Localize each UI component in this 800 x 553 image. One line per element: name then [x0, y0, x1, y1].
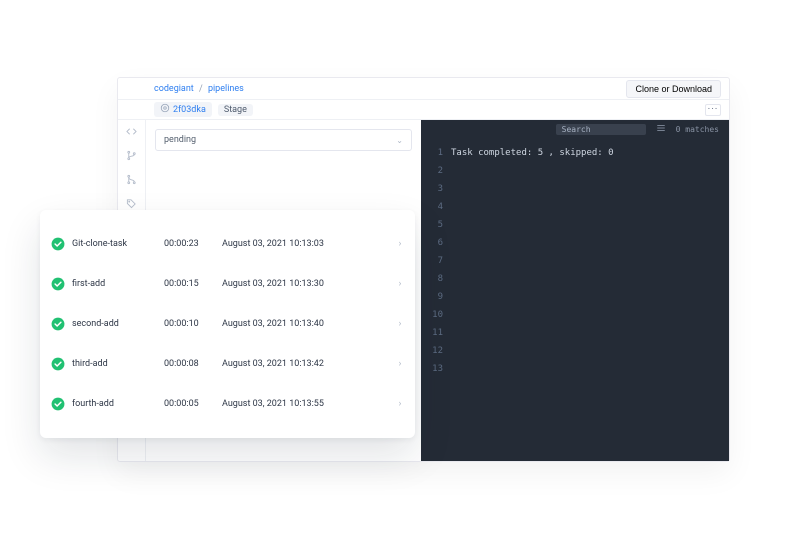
stage-chip[interactable]: Stage [218, 104, 253, 116]
chevron-right-icon[interactable]: › [389, 399, 411, 409]
task-timestamp: August 03, 2021 10:13:03 [222, 239, 389, 249]
gutter-line: 13 [421, 360, 443, 378]
rail-code-icon[interactable] [126, 126, 137, 140]
gutter-line: 4 [421, 198, 443, 216]
chevron-right-icon[interactable]: › [389, 319, 411, 329]
console-line [451, 360, 729, 378]
commit-icon [160, 103, 170, 116]
gutter-line: 7 [421, 252, 443, 270]
task-row[interactable]: third-add00:00:08August 03, 2021 10:13:4… [44, 344, 411, 384]
commit-hash: 2f03dka [173, 105, 206, 115]
gutter-line: 2 [421, 162, 443, 180]
gutter-line: 11 [421, 324, 443, 342]
task-timestamp: August 03, 2021 10:13:42 [222, 359, 389, 369]
gutter-line: 5 [421, 216, 443, 234]
console-pane: Search 0 matches 12345678910111213 Task … [421, 120, 729, 461]
task-row[interactable]: second-add00:00:10August 03, 2021 10:13:… [44, 304, 411, 344]
rail-branch-icon[interactable] [126, 150, 137, 164]
console-line [451, 216, 729, 234]
check-icon [44, 277, 72, 291]
check-icon [44, 317, 72, 331]
console-line [451, 252, 729, 270]
console-gutter: 12345678910111213 [421, 144, 451, 461]
console-line [451, 324, 729, 342]
task-timestamp: August 03, 2021 10:13:30 [222, 279, 389, 289]
console-line [451, 198, 729, 216]
status-value: pending [164, 135, 196, 145]
task-name: third-add [72, 359, 164, 369]
check-icon [44, 357, 72, 371]
gutter-line: 3 [421, 180, 443, 198]
gutter-line: 1 [421, 144, 443, 162]
chevron-right-icon[interactable]: › [389, 239, 411, 249]
console-line [451, 162, 729, 180]
console-line [451, 180, 729, 198]
gutter-line: 8 [421, 270, 443, 288]
chevron-right-icon[interactable]: › [389, 279, 411, 289]
task-duration: 00:00:23 [164, 239, 222, 249]
breadcrumb-leaf[interactable]: pipelines [208, 84, 244, 94]
gutter-line: 12 [421, 342, 443, 360]
console-lines-icon[interactable] [656, 123, 666, 135]
task-duration: 00:00:10 [164, 319, 222, 329]
commit-chip[interactable]: 2f03dka [154, 102, 212, 117]
task-name: first-add [72, 279, 164, 289]
breadcrumb: codegiant / pipelines [154, 84, 244, 94]
task-name: second-add [72, 319, 164, 329]
task-card: Git-clone-task00:00:23August 03, 2021 10… [40, 210, 415, 438]
breadcrumb-sep: / [196, 84, 206, 94]
task-duration: 00:00:15 [164, 279, 222, 289]
console-lines: Task completed: 5 , skipped: 0 [451, 144, 729, 461]
task-row[interactable]: Git-clone-task00:00:23August 03, 2021 10… [44, 224, 411, 264]
task-name: fourth-add [72, 399, 164, 409]
commit-row: 2f03dka Stage ··· [118, 100, 729, 120]
chevron-down-icon: ⌄ [396, 136, 403, 145]
console-toolbar: Search 0 matches [421, 120, 729, 138]
console-line [451, 342, 729, 360]
breadcrumb-root[interactable]: codegiant [154, 84, 194, 94]
task-duration: 00:00:05 [164, 399, 222, 409]
console-line [451, 270, 729, 288]
task-name: Git-clone-task [72, 239, 164, 249]
check-icon [44, 397, 72, 411]
topbar: codegiant / pipelines Clone or Download [118, 78, 729, 100]
clone-download-button[interactable]: Clone or Download [626, 80, 721, 98]
console-search-input[interactable]: Search [556, 124, 646, 135]
task-timestamp: August 03, 2021 10:13:55 [222, 399, 389, 409]
console-body: 12345678910111213 Task completed: 5 , sk… [421, 138, 729, 461]
status-select[interactable]: pending ⌄ [155, 129, 412, 151]
console-match-count: 0 matches [676, 125, 719, 134]
gutter-line: 6 [421, 234, 443, 252]
console-line [451, 288, 729, 306]
chevron-right-icon[interactable]: › [389, 359, 411, 369]
console-line [451, 234, 729, 252]
task-row[interactable]: first-add00:00:15August 03, 2021 10:13:3… [44, 264, 411, 304]
check-icon [44, 237, 72, 251]
task-duration: 00:00:08 [164, 359, 222, 369]
more-menu-button[interactable]: ··· [705, 104, 721, 116]
gutter-line: 10 [421, 306, 443, 324]
console-line: Task completed: 5 , skipped: 0 [451, 144, 729, 162]
task-row[interactable]: fourth-add00:00:05August 03, 2021 10:13:… [44, 384, 411, 424]
console-line [451, 306, 729, 324]
gutter-line: 9 [421, 288, 443, 306]
rail-merge-icon[interactable] [126, 174, 137, 188]
task-timestamp: August 03, 2021 10:13:40 [222, 319, 389, 329]
